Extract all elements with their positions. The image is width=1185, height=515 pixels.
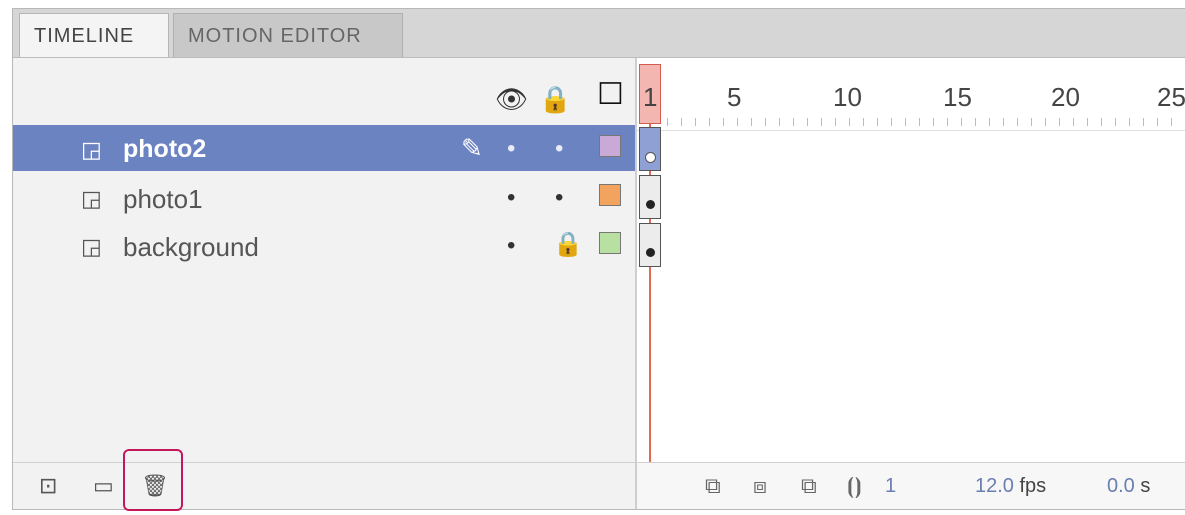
timeline-panel: TIMELINE MOTION EDITOR 👁 🔒 ☐ ◲ photo2 ✎ … (12, 8, 1185, 511)
time-value[interactable]: 0.0 (1107, 475, 1135, 497)
edit-multiple-frames-icon[interactable]: ⧉ (801, 473, 817, 499)
ruler-label: 15 (943, 82, 972, 112)
onion-outline-icon[interactable]: ⧈ (753, 473, 767, 499)
layer-icon: ◲ (81, 186, 102, 211)
current-frame[interactable]: 1 (885, 475, 896, 498)
frame-ruler[interactable]: 1 5 10 15 20 25 (637, 58, 1185, 131)
ruler-ticks (667, 118, 1176, 126)
layer-row-background[interactable]: ◲ background • 🔒 (13, 222, 635, 268)
layers-panel: 👁 🔒 ☐ ◲ photo2 ✎ • • ◲ photo1 • • ◲ back… (13, 58, 635, 511)
layer-icon: ◲ (81, 234, 102, 259)
ruler-label: 20 (1051, 82, 1080, 112)
layer-color-swatch[interactable] (599, 232, 621, 254)
layer-row-photo2[interactable]: ◲ photo2 ✎ • • (13, 125, 635, 171)
lock-header-icon[interactable]: 🔒 (539, 86, 571, 112)
fps-value[interactable]: 12.0 (975, 475, 1014, 497)
visibility-dot[interactable]: • (507, 232, 515, 260)
keyframe-background[interactable] (639, 223, 661, 267)
ruler-label: 1 (643, 82, 658, 112)
frame-rate[interactable]: 12.0 fps (975, 475, 1046, 498)
visibility-dot[interactable]: • (507, 135, 515, 163)
elapsed-time[interactable]: 0.0 s (1107, 475, 1150, 498)
frames-panel: 1 5 10 15 20 25 (637, 58, 1185, 509)
new-folder-icon[interactable]: ▭ (93, 473, 114, 499)
keyframe-photo2[interactable] (639, 127, 661, 171)
pencil-icon: ✎ (461, 133, 483, 163)
layers-toolbar: ⊡ ▭ 🗑 (13, 449, 635, 511)
layer-icon: ◲ (81, 137, 102, 162)
layer-color-swatch[interactable] (599, 184, 621, 206)
layer-row-photo1[interactable]: ◲ photo1 • • (13, 174, 635, 220)
lock-icon[interactable]: 🔒 (553, 230, 583, 259)
keyframe-dot (646, 200, 655, 209)
time-unit: s (1140, 475, 1151, 497)
layer-name[interactable]: background (123, 232, 259, 263)
layer-name[interactable]: photo2 (123, 135, 206, 164)
onion-markers-icon[interactable]: ⦗⦘ (847, 473, 862, 499)
layer-color-swatch[interactable] (599, 135, 621, 157)
tab-bar: TIMELINE MOTION EDITOR (13, 9, 1185, 58)
layer-name[interactable]: photo1 (123, 184, 203, 215)
lock-dot[interactable]: • (555, 135, 563, 163)
fps-unit: fps (1019, 475, 1047, 497)
tab-timeline[interactable]: TIMELINE (19, 13, 169, 57)
ruler-label: 10 (833, 82, 862, 112)
ruler-label: 25 (1157, 82, 1185, 112)
keyframe-photo1[interactable] (639, 175, 661, 219)
frames-toolbar: ⧉ ⧈ ⧉ ⦗⦘ 1 12.0 fps 0.0 s (637, 462, 1185, 509)
visibility-dot[interactable]: • (507, 184, 515, 212)
outline-icon[interactable]: ☐ (597, 80, 624, 110)
ruler-label: 5 (727, 82, 742, 112)
tab-motion-editor[interactable]: MOTION EDITOR (173, 13, 403, 57)
lock-dot[interactable]: • (555, 184, 563, 212)
new-layer-icon[interactable]: ⊡ (39, 473, 57, 499)
delete-highlight (123, 449, 183, 511)
keyframe-dot (646, 248, 655, 257)
eye-icon[interactable]: 👁 (495, 86, 528, 112)
onion-skin-icon[interactable]: ⧉ (705, 473, 721, 499)
keyframe-dot (645, 152, 656, 163)
